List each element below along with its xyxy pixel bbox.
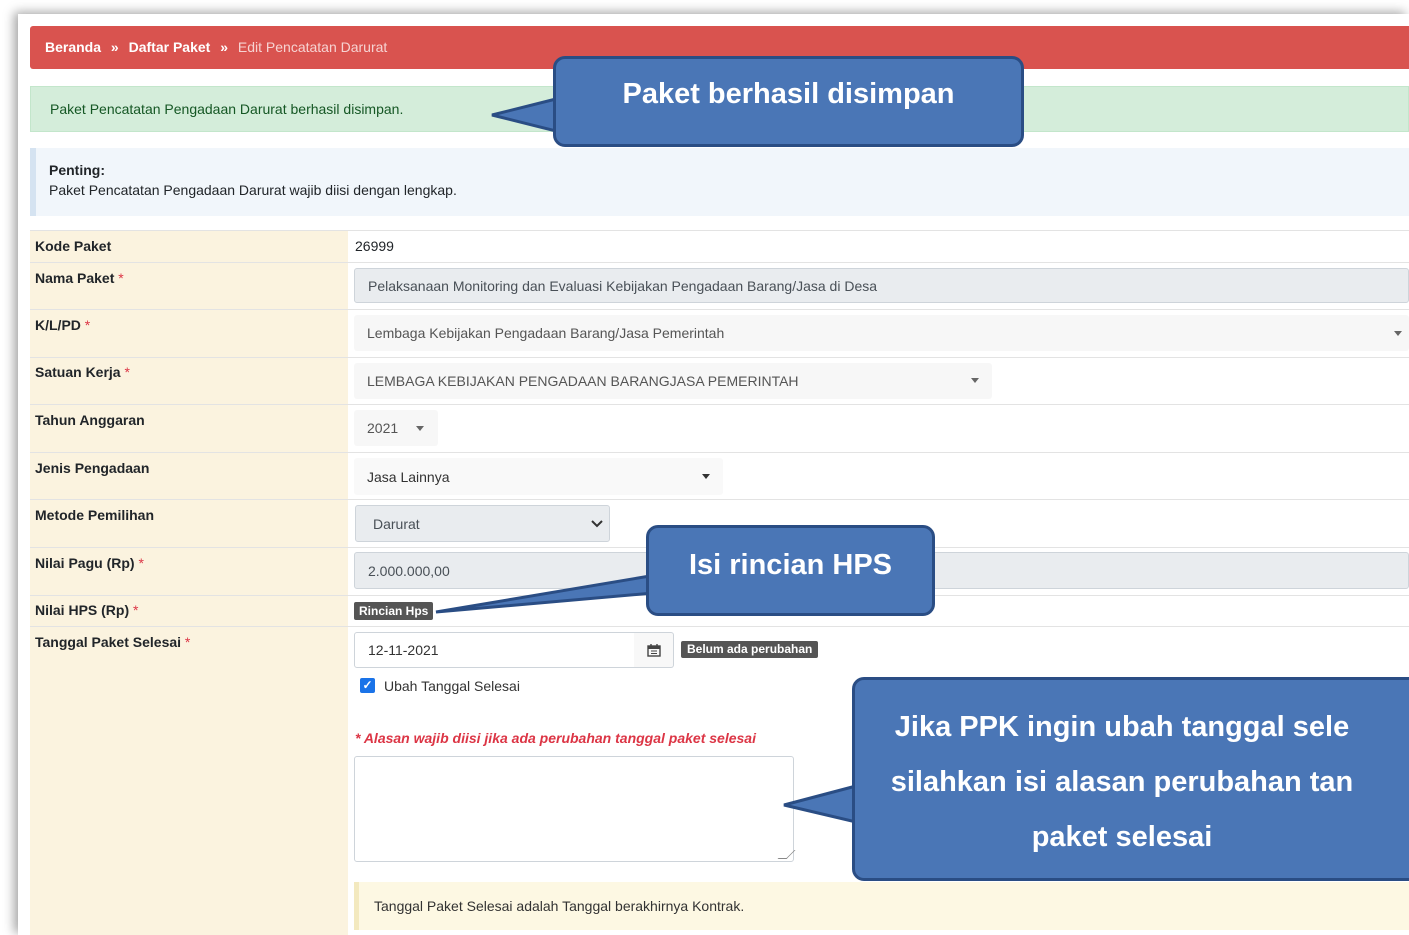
- reason-callout-line2: silahkan isi alasan perubahan tan: [890, 766, 1354, 798]
- reason-callout-line1: Jika PPK ingin ubah tanggal sele: [894, 711, 1350, 743]
- hps-callout: Isi rincian HPS: [646, 525, 935, 616]
- hps-callout-pointer: [435, 574, 681, 614]
- reason-callout-pointer: [783, 784, 858, 824]
- saved-callout: Paket berhasil disimpan: [553, 56, 1024, 147]
- reason-callout: Jika PPK ingin ubah tanggal sele silahka…: [852, 677, 1409, 881]
- saved-callout-pointer: [491, 97, 558, 133]
- reason-callout-line3: paket selesai: [1031, 821, 1213, 853]
